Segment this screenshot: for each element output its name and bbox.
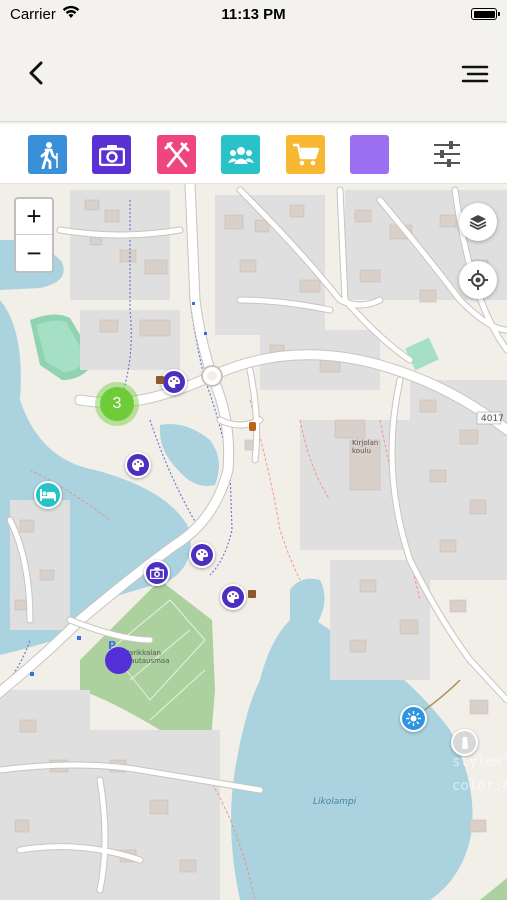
status-bar: Carrier 11:13 PM [0,0,507,28]
park-name-label: Parikkalan Hautausmaa [125,649,170,665]
battery-icon [471,8,500,20]
palette-icon [132,459,144,471]
layers-icon [469,215,487,231]
hamburger-menu-icon[interactable] [461,62,489,86]
category-food-button[interactable] [157,135,196,174]
locate-me-button[interactable] [459,261,497,299]
layers-button[interactable] [459,203,497,241]
fork-knife-icon [164,141,189,167]
zoom-control: + − [14,197,54,273]
marker-cluster[interactable]: 3 [95,382,139,426]
museum-icon [156,376,164,384]
palette-icon [168,376,180,388]
category-shopping-button[interactable] [286,135,325,174]
fire-icon [249,422,256,431]
camera-icon [98,144,125,166]
hiker-icon [40,141,58,169]
cart-icon [292,143,319,165]
poi-marker-gray[interactable] [451,729,478,756]
crosshair-icon [468,270,488,290]
bed-icon [40,489,56,501]
poi-marker-art[interactable] [189,542,215,568]
poi-marker-art[interactable] [220,584,246,610]
lake-name-label: Likolampi [313,797,357,807]
category-sights-button[interactable] [92,135,131,174]
group-icon [227,146,254,164]
nav-bar [0,28,507,122]
road-number-label: 4017 [481,414,504,424]
map-tiles [0,184,507,900]
poi-marker-other[interactable] [105,647,132,674]
category-filter-bar [0,124,507,184]
zoom-in-button[interactable]: + [16,199,52,235]
clock: 11:13 PM [221,6,286,23]
chevron-left-icon[interactable] [22,58,52,88]
sun-icon [406,711,421,726]
poi-marker-sights[interactable] [144,560,170,586]
category-people-button[interactable] [221,135,260,174]
overlay-text-2: color:#a [452,778,507,794]
poi-marker-art[interactable] [161,369,187,395]
tower-icon [461,736,468,749]
poi-marker-accommodation[interactable] [34,481,62,509]
sliders-icon[interactable] [432,140,462,168]
category-other-button[interactable] [350,135,389,174]
cluster-count: 3 [100,387,134,421]
poi-marker-beach[interactable] [400,705,427,732]
zoom-out-button[interactable]: − [16,235,52,271]
palette-icon [196,549,208,561]
map-view[interactable]: 4017 P Parikkalan Hautausmaa Kirjolan ko… [0,184,507,900]
overlay-text-1: style="b [452,754,507,770]
palette-icon [227,591,239,603]
landmark-icon [248,590,256,598]
poi-marker-art[interactable] [125,452,151,478]
camera-icon [150,567,164,579]
school-name-label: Kirjolan koulu [352,439,379,455]
category-hiking-button[interactable] [28,135,67,174]
